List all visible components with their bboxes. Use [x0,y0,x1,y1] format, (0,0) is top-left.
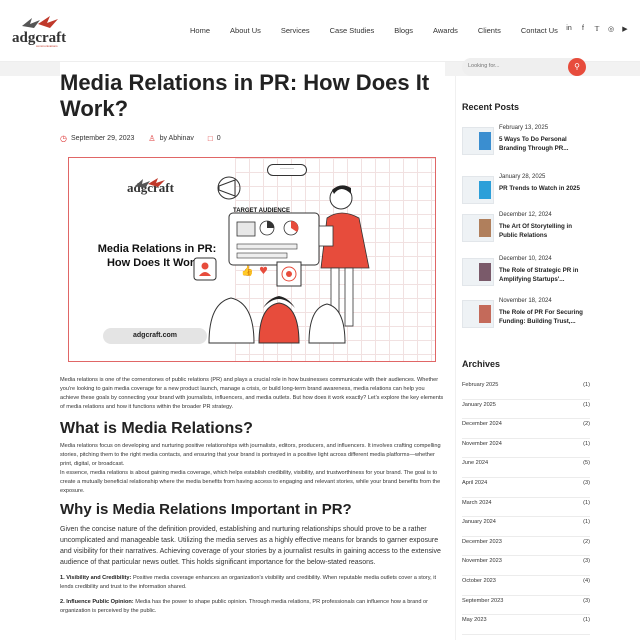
search-icon: ⚲ [574,62,580,71]
archives-list: February 2025 (1) January 2025 (1) Decembe… [462,380,590,635]
nav-case-studies[interactable]: Case Studies [330,26,375,35]
section-heading-what: What is Media Relations? [60,420,253,437]
post-author[interactable]: ♙ by Abhinav [148,134,193,143]
post-date: December 10, 2024 [499,256,552,262]
archive-item[interactable]: October 2023 (4) [462,576,590,596]
archive-item[interactable]: March 2024 (1) [462,498,590,518]
facebook-icon[interactable]: f [579,25,587,33]
main-nav: Home About Us Services Case Studies Blog… [190,26,578,35]
archive-item[interactable]: September 2023 (3) [462,596,590,616]
post-title[interactable]: PR Trends to Watch in 2025 [499,184,589,193]
archive-item[interactable]: January 2024 (1) [462,517,590,537]
recent-posts-heading: Recent Posts [462,102,520,112]
post-date: February 13, 2025 [499,125,549,131]
nav-about-us[interactable]: About Us [230,26,261,35]
paragraph: Given the concise nature of the definiti… [60,526,441,566]
post-date: November 18, 2024 [499,298,552,304]
section-heading-why: Why is Media Relations Important in PR? [60,501,352,518]
archive-item[interactable]: April 2024 (3) [462,478,590,498]
nav-home[interactable]: Home [190,26,210,35]
archive-item[interactable]: February 2025 (1) [462,380,590,400]
archives-heading: Archives [462,359,501,369]
site-logo[interactable]: adgcraft communications [12,14,72,48]
post-title[interactable]: 5 Ways To Do Personal Branding Through P… [499,135,589,153]
nav-awards[interactable]: Awards [433,26,458,35]
post-date: December 12, 2024 [499,212,552,218]
svg-text:♥: ♥ [259,266,268,277]
instagram-icon[interactable]: ◎ [607,25,615,33]
site-header: adgcraft communications Home About Us Se… [0,0,640,62]
nav-services[interactable]: Services [281,26,310,35]
article: Media Relations in PR: How Does It Work?… [60,62,445,616]
post-thumbnail [462,258,494,286]
sidebar-divider [455,76,456,640]
youtube-icon[interactable]: ▶ [621,25,629,33]
post-date: January 28, 2025 [499,174,546,180]
archive-item[interactable]: May 2023 (1) [462,615,590,635]
article-intro: Media relations is one of the cornerston… [60,377,444,410]
paragraph: In essence, media relations is about gai… [60,470,441,494]
article-meta: ◷ September 29, 2023 ♙ by Abhinav □ 0 [60,134,445,143]
post-thumbnail [462,300,494,328]
twitter-icon[interactable]: 𝕋 [593,25,601,33]
post-date[interactable]: ◷ September 29, 2023 [60,134,134,143]
hero-illustration: 👍 ♥ [193,176,370,344]
post-thumbnail [462,127,494,155]
logo-subtext: communications [36,44,58,48]
recent-post[interactable]: February 13, 2025 5 Ways To Do Personal … [462,125,590,161]
point-visibility: 1. Visibility and Credibility: Positive … [60,575,437,590]
paragraph: Media relations focus on developing and … [60,443,441,467]
linkedin-icon[interactable]: in [565,25,573,33]
post-comments[interactable]: □ 0 [208,134,221,143]
hero-target-label: TARGET AUDIENCE [233,208,290,214]
archive-item[interactable]: December 2023 (2) [462,537,590,557]
social-links: in f 𝕋 ◎ ▶ [565,25,629,33]
recent-post[interactable]: December 10, 2024 The Role of Strategic … [462,256,590,292]
point-influence: 2. Influence Public Opinion: Media has t… [60,599,429,614]
nav-blogs[interactable]: Blogs [394,26,413,35]
post-thumbnail [462,176,494,204]
recent-post[interactable]: December 12, 2024 The Art Of Storytellin… [462,212,590,248]
search-button[interactable]: ⚲ [568,58,586,76]
archive-item[interactable]: June 2024 (5) [462,458,590,478]
svg-text:👍: 👍 [241,264,253,277]
article-title: Media Relations in PR: How Does It Work? [60,70,430,121]
post-title[interactable]: The Role of Strategic PR in Amplifying S… [499,266,589,284]
nav-contact-us[interactable]: Contact Us [521,26,558,35]
post-thumbnail [462,214,494,242]
hero-speech-bubble: ······· [267,164,307,176]
archive-item[interactable]: January 2025 (1) [462,400,590,420]
archive-item[interactable]: November 2024 (1) [462,439,590,459]
calendar-icon: ◷ [60,134,67,143]
search-input[interactable] [468,63,558,69]
recent-post[interactable]: November 18, 2024 The Role of PR For Sec… [462,298,590,334]
comment-icon: □ [207,134,213,143]
search-box: ⚲ [462,58,586,76]
recent-post[interactable]: January 28, 2025 PR Trends to Watch in 2… [462,174,590,210]
post-title[interactable]: The Role of PR For Securing Funding: Bui… [499,308,589,326]
post-title[interactable]: The Art Of Storytelling in Public Relati… [499,222,589,240]
archive-item[interactable]: November 2023 (3) [462,556,590,576]
user-icon: ♙ [148,134,156,143]
archive-item[interactable]: December 2024 (2) [462,419,590,439]
nav-clients[interactable]: Clients [478,26,501,35]
hero-image: adgcraft Media Relations in PR: How Does… [68,157,436,362]
